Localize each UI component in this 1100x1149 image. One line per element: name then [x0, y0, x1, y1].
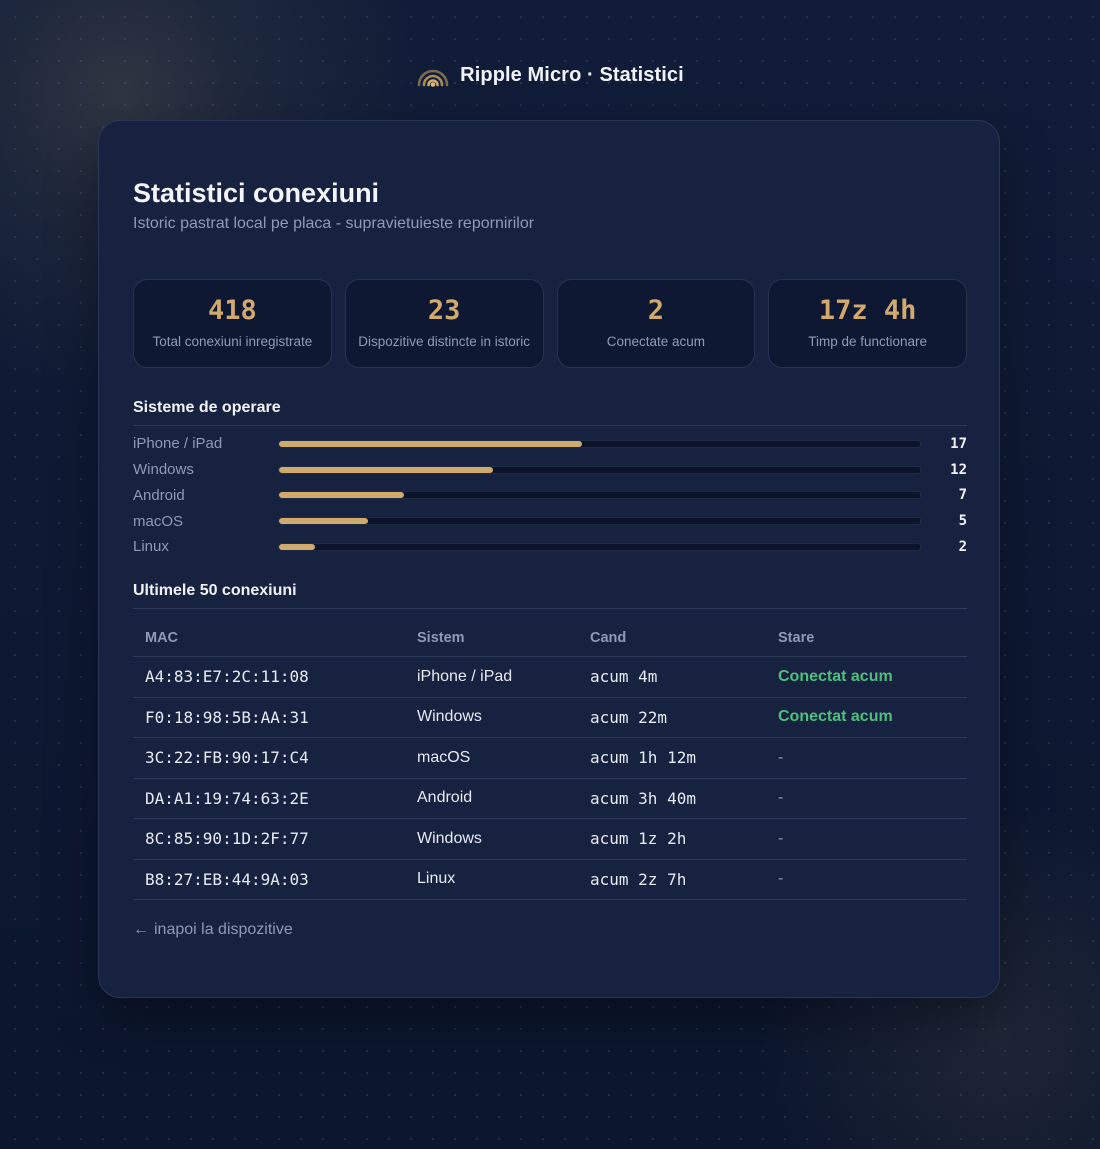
- os-cell: macOS: [405, 737, 578, 779]
- os-row: macOS 5: [133, 508, 967, 534]
- os-cell: Linux: [405, 859, 578, 900]
- mac-cell: A4:83:E7:2C:11:08: [133, 656, 405, 698]
- os-section-title: Sisteme de operare: [133, 399, 967, 426]
- status-cell: Conectat acum: [766, 697, 967, 738]
- column-header-when: Cand: [578, 619, 766, 657]
- page-subtitle: Istoric pastrat local pe placa - supravi…: [133, 215, 535, 232]
- stat-value: 2: [647, 295, 664, 326]
- status-cell: -: [766, 859, 967, 900]
- when-cell: acum 3h 40m: [578, 778, 766, 819]
- table-row: A4:83:E7:2C:11:08 iPhone / iPad acum 4m …: [133, 656, 967, 698]
- os-name: macOS: [133, 512, 184, 530]
- page-title: Statistici conexiuni: [133, 178, 380, 208]
- os-cell: iPhone / iPad: [405, 656, 578, 698]
- os-name: Android: [133, 486, 185, 504]
- os-row: Windows 12: [133, 457, 967, 483]
- app-title: Ripple Micro · Statistici: [460, 63, 684, 86]
- column-header-mac: MAC: [133, 619, 405, 657]
- os-name: Windows: [133, 461, 194, 479]
- os-bar-fill: [279, 466, 493, 473]
- when-cell: acum 1z 2h: [578, 818, 766, 860]
- column-header-status: Stare: [766, 619, 967, 657]
- status-cell: -: [766, 818, 967, 860]
- os-count: 17: [950, 435, 967, 452]
- os-bar-track: [278, 439, 921, 448]
- os-count: 5: [958, 513, 967, 530]
- os-name: Linux: [133, 538, 169, 556]
- os-bar-fill: [279, 543, 315, 550]
- os-count: 2: [958, 538, 967, 555]
- column-header-system: Sistem: [405, 619, 578, 657]
- status-cell: -: [766, 778, 967, 819]
- os-cell: Windows: [405, 697, 578, 738]
- summary-stats: 418 Total conexiuni inregistrate 23 Disp…: [133, 279, 967, 368]
- connections-section-title: Ultimele 50 conexiuni: [133, 582, 967, 609]
- stat-distinct-devices: 23 Dispozitive distincte in istoric: [344, 279, 544, 368]
- os-cell: Android: [405, 778, 578, 819]
- os-bar-track: [278, 542, 921, 551]
- stat-value: 17z 4h: [818, 295, 917, 326]
- os-cell: Windows: [405, 818, 578, 860]
- when-cell: acum 22m: [578, 697, 766, 738]
- signal-waves-icon: [417, 69, 449, 87]
- table-row: DA:A1:19:74:63:2E Android acum 3h 40m -: [133, 778, 967, 819]
- table-row: 3C:22:FB:90:17:C4 macOS acum 1h 12m -: [133, 737, 967, 779]
- os-row: Android 7: [133, 483, 967, 509]
- os-count: 12: [950, 461, 967, 478]
- stat-connected-now: 2 Conectate acum: [556, 279, 756, 368]
- stat-total-connections: 418 Total conexiuni inregistrate: [133, 279, 332, 368]
- stat-label: Timp de functionare: [808, 334, 928, 349]
- stat-uptime: 17z 4h Timp de functionare: [768, 279, 967, 368]
- os-row: Linux 2: [133, 534, 967, 560]
- status-cell: Conectat acum: [766, 656, 967, 698]
- stat-label: Conectate acum: [606, 334, 706, 349]
- stat-label: Total conexiuni inregistrate: [152, 334, 313, 349]
- table-row: B8:27:EB:44:9A:03 Linux acum 2z 7h -: [133, 859, 967, 900]
- os-name: iPhone / iPad: [133, 435, 223, 453]
- arrow-left-icon: ←: [133, 921, 149, 938]
- back-link-label: inapoi la dispozitive: [154, 921, 293, 938]
- os-bar-fill: [279, 492, 404, 499]
- os-bar-track: [278, 517, 921, 526]
- os-bar-fill: [279, 440, 582, 447]
- os-row: iPhone / iPad 17: [133, 431, 967, 457]
- table-header-row: MAC Sistem Cand Stare: [133, 619, 967, 657]
- when-cell: acum 2z 7h: [578, 859, 766, 900]
- connections-table: MAC Sistem Cand Stare A4:83:E7:2C:11:08 …: [133, 619, 967, 900]
- os-count: 7: [958, 487, 967, 504]
- status-cell: -: [766, 737, 967, 779]
- os-breakdown: iPhone / iPad 17 Windows 12 Android 7 ma…: [133, 431, 967, 560]
- stat-value: 418: [207, 295, 257, 326]
- brand-header: Ripple Micro · Statistici: [0, 62, 1100, 88]
- os-bar-track: [278, 465, 921, 474]
- table-row: 8C:85:90:1D:2F:77 Windows acum 1z 2h -: [133, 818, 967, 860]
- mac-cell: 8C:85:90:1D:2F:77: [133, 818, 405, 860]
- mac-cell: DA:A1:19:74:63:2E: [133, 778, 405, 819]
- mac-cell: 3C:22:FB:90:17:C4: [133, 737, 405, 779]
- os-bar-track: [278, 491, 921, 500]
- stats-card: Statistici conexiuni Istoric pastrat loc…: [98, 120, 1000, 998]
- back-to-devices-link[interactable]: ← inapoi la dispozitive: [133, 921, 293, 939]
- os-bar-fill: [279, 518, 369, 525]
- stat-label: Dispozitive distincte in istoric: [358, 334, 531, 349]
- when-cell: acum 1h 12m: [578, 737, 766, 779]
- mac-cell: B8:27:EB:44:9A:03: [133, 859, 405, 900]
- stat-value: 23: [427, 295, 461, 326]
- table-row: F0:18:98:5B:AA:31 Windows acum 22m Conec…: [133, 697, 967, 738]
- when-cell: acum 4m: [578, 656, 766, 698]
- mac-cell: F0:18:98:5B:AA:31: [133, 697, 405, 738]
